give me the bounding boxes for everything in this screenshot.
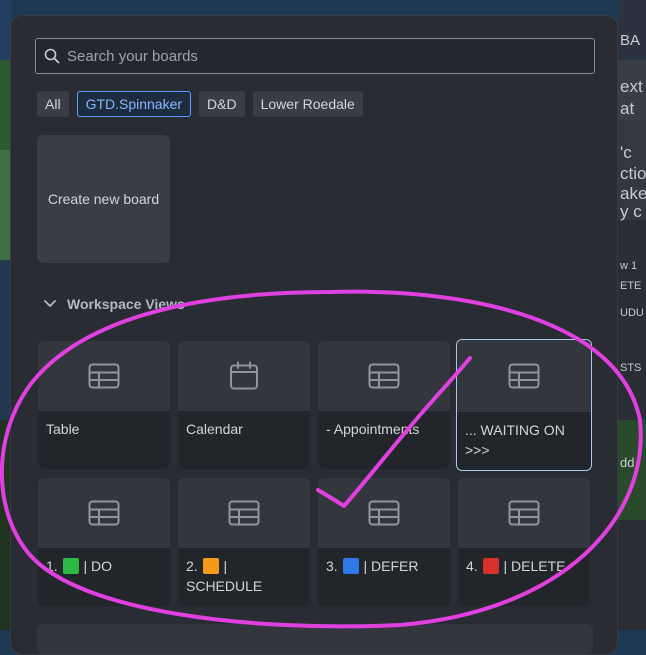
- view-tile-suffix: | DELETE: [503, 558, 566, 574]
- view-tile-suffix: | SCHEDULE: [186, 558, 263, 594]
- board-switcher-popover: All GTD.Spinnaker D&D Lower Roedale Crea…: [10, 15, 618, 655]
- create-new-board-button[interactable]: Create new board: [37, 135, 170, 263]
- view-tile-preview: [38, 341, 170, 411]
- filter-chip-gtd-spinnaker[interactable]: GTD.Spinnaker: [76, 91, 192, 117]
- calendar-icon: [230, 361, 258, 390]
- view-tile-label: 1. | DO: [46, 556, 164, 576]
- view-tile-suffix: | DO: [83, 558, 112, 574]
- chevron-down-icon: [44, 300, 56, 307]
- view-tile-schedule[interactable]: 2. | SCHEDULE: [178, 478, 310, 606]
- background-text: ETE: [620, 280, 642, 292]
- view-tile-preview: [318, 341, 450, 411]
- view-tile-delete[interactable]: 4. | DELETE: [458, 478, 590, 606]
- blue-square-emoji: [342, 558, 359, 574]
- table-icon: [88, 500, 120, 526]
- background-text: at: [620, 99, 635, 118]
- view-tile-appointments[interactable]: - Appointments: [318, 341, 450, 469]
- view-tile-prefix: 4.: [466, 558, 478, 574]
- next-section-card: [37, 624, 593, 654]
- green-square-emoji: [62, 558, 79, 574]
- view-tile-preview: [457, 340, 591, 412]
- filter-chip-lower-roedale[interactable]: Lower Roedale: [252, 91, 363, 117]
- table-icon: [368, 500, 400, 526]
- view-tile-table[interactable]: Table: [38, 341, 170, 469]
- view-tile-label: 3. | DEFER: [326, 556, 444, 576]
- view-tile-label: 4. | DELETE: [466, 556, 584, 576]
- background-text: dd: [620, 455, 635, 470]
- background-text: 'c: [620, 143, 632, 162]
- background-text: ctio: [620, 164, 646, 183]
- search-icon: [44, 48, 60, 64]
- table-icon: [508, 363, 540, 389]
- view-tile-suffix: | DEFER: [363, 558, 419, 574]
- view-tile-preview: [38, 478, 170, 548]
- view-tile-preview: [178, 341, 310, 411]
- view-tile-prefix: 2.: [186, 558, 198, 574]
- view-tile-calendar[interactable]: Calendar: [178, 341, 310, 469]
- view-tile-preview: [178, 478, 310, 548]
- view-tile-label: ... WAITING ON >>>: [465, 422, 565, 458]
- table-icon: [508, 500, 540, 526]
- background-text: ake: [620, 184, 646, 203]
- workspace-views-toggle[interactable]: Workspace Views: [43, 296, 185, 312]
- create-new-board-label: Create new board: [47, 191, 160, 207]
- filter-chip-dnd[interactable]: D&D: [199, 91, 245, 117]
- background-text: y c: [620, 202, 642, 221]
- view-tile-label: Calendar: [186, 421, 243, 437]
- workspace-filter-chips: All GTD.Spinnaker D&D Lower Roedale: [37, 91, 363, 117]
- view-tile-prefix: 3.: [326, 558, 338, 574]
- filter-chip-all[interactable]: All: [37, 91, 69, 117]
- background-right-edge: BA ext at 'c ctio ake y c w 1 ETE UDU ST…: [618, 0, 646, 630]
- background-text: w 1: [620, 260, 638, 272]
- view-tile-label: 2. | SCHEDULE: [186, 556, 304, 596]
- table-icon: [228, 500, 260, 526]
- table-icon: [368, 363, 400, 389]
- background-text: UDU: [620, 307, 644, 319]
- view-tile-label: - Appointments: [326, 421, 420, 437]
- view-tile-defer[interactable]: 3. | DEFER: [318, 478, 450, 606]
- table-icon: [88, 363, 120, 389]
- view-tile-preview: [318, 478, 450, 548]
- search-input[interactable]: [67, 39, 587, 73]
- view-tile-do[interactable]: 1. | DO: [38, 478, 170, 606]
- red-square-emoji: [482, 558, 499, 574]
- view-tile-waiting-on[interactable]: ... WAITING ON >>>: [456, 339, 592, 471]
- background-text: STS: [620, 362, 642, 374]
- background-text: ext: [620, 77, 643, 96]
- view-tile-preview: [458, 478, 590, 548]
- background-text: BA: [620, 32, 641, 49]
- workspace-views-heading: Workspace Views: [67, 296, 185, 312]
- view-tile-label: Table: [46, 421, 80, 437]
- view-tile-prefix: 1.: [46, 558, 58, 574]
- search-box[interactable]: [35, 38, 595, 74]
- orange-square-emoji: [202, 558, 219, 574]
